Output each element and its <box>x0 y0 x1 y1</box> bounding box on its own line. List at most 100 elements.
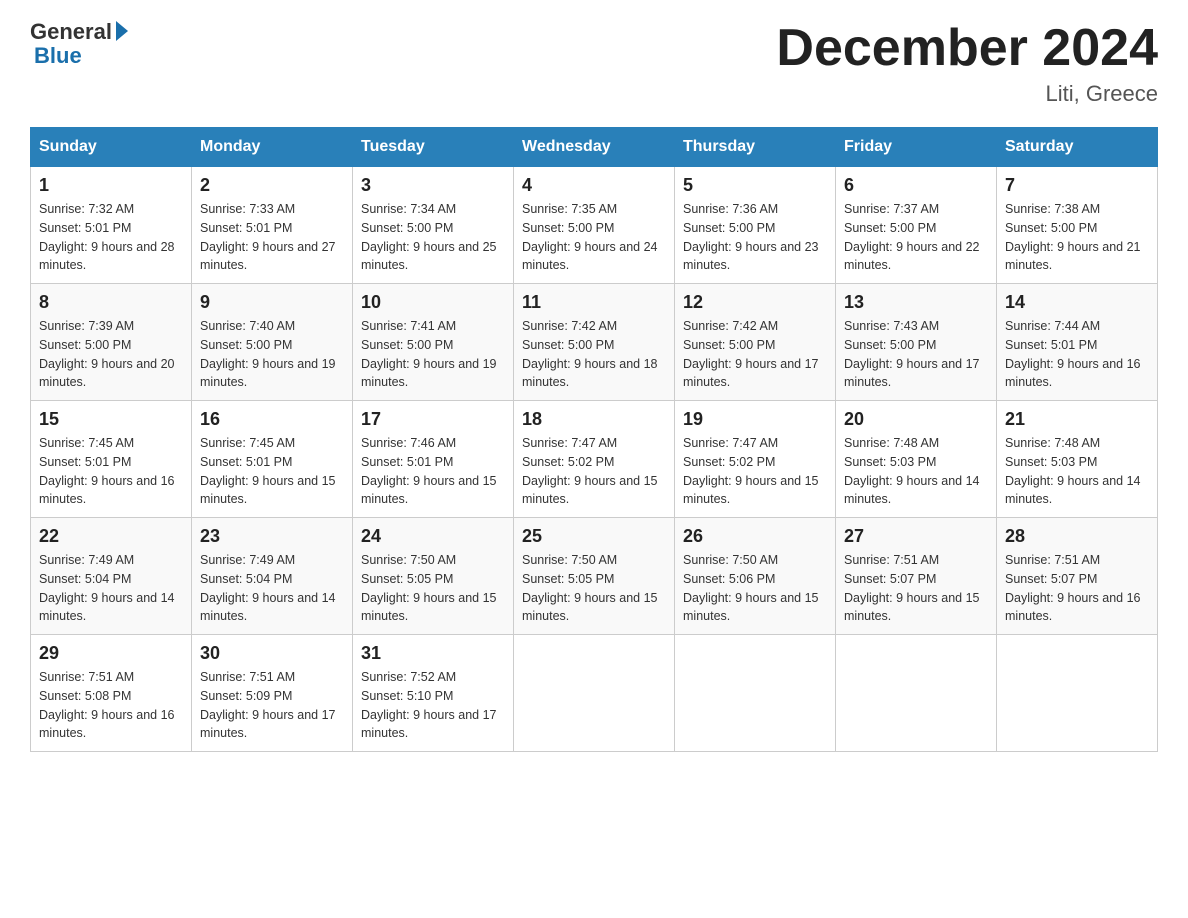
day-info: Sunrise: 7:49 AMSunset: 5:04 PMDaylight:… <box>39 551 183 626</box>
calendar-cell: 31 Sunrise: 7:52 AMSunset: 5:10 PMDayligh… <box>353 635 514 752</box>
day-info: Sunrise: 7:48 AMSunset: 5:03 PMDaylight:… <box>1005 434 1149 509</box>
calendar-cell: 13 Sunrise: 7:43 AMSunset: 5:00 PMDayligh… <box>836 284 997 401</box>
day-info: Sunrise: 7:34 AMSunset: 5:00 PMDaylight:… <box>361 200 505 275</box>
day-info: Sunrise: 7:50 AMSunset: 5:06 PMDaylight:… <box>683 551 827 626</box>
day-number: 23 <box>200 526 344 547</box>
calendar-cell: 28Sunrise: 7:51 AMSunset: 5:07 PMDayligh… <box>997 518 1158 635</box>
calendar-cell: 15 Sunrise: 7:45 AMSunset: 5:01 PMDayligh… <box>31 401 192 518</box>
day-info: Sunrise: 7:50 AMSunset: 5:05 PMDaylight:… <box>522 551 666 626</box>
day-number: 1 <box>39 175 183 196</box>
calendar-table: Sunday Monday Tuesday Wednesday Thursday… <box>30 127 1158 752</box>
calendar-cell: 16 Sunrise: 7:45 AMSunset: 5:01 PMDayligh… <box>192 401 353 518</box>
calendar-cell: 12 Sunrise: 7:42 AMSunset: 5:00 PMDayligh… <box>675 284 836 401</box>
day-number: 20 <box>844 409 988 430</box>
logo-general-text: General <box>30 20 112 44</box>
col-wednesday: Wednesday <box>514 128 675 167</box>
logo: General Blue <box>30 20 128 68</box>
calendar-cell: 29 Sunrise: 7:51 AMSunset: 5:08 PMDayligh… <box>31 635 192 752</box>
day-number: 14 <box>1005 292 1149 313</box>
calendar-cell: 21 Sunrise: 7:48 AMSunset: 5:03 PMDayligh… <box>997 401 1158 518</box>
day-info: Sunrise: 7:45 AMSunset: 5:01 PMDaylight:… <box>200 434 344 509</box>
day-info: Sunrise: 7:52 AMSunset: 5:10 PMDaylight:… <box>361 668 505 743</box>
calendar-cell: 27 Sunrise: 7:51 AMSunset: 5:07 PMDayligh… <box>836 518 997 635</box>
calendar-header-row: Sunday Monday Tuesday Wednesday Thursday… <box>31 128 1158 167</box>
calendar-cell: 25 Sunrise: 7:50 AMSunset: 5:05 PMDayligh… <box>514 518 675 635</box>
day-info: Sunrise: 7:48 AMSunset: 5:03 PMDaylight:… <box>844 434 988 509</box>
day-number: 6 <box>844 175 988 196</box>
calendar-cell: 1 Sunrise: 7:32 AMSunset: 5:01 PMDaylight… <box>31 167 192 284</box>
calendar-cell: 22Sunrise: 7:49 AMSunset: 5:04 PMDayligh… <box>31 518 192 635</box>
page-header: General Blue December 2024 Liti, Greece <box>30 20 1158 107</box>
day-number: 25 <box>522 526 666 547</box>
day-info: Sunrise: 7:47 AMSunset: 5:02 PMDaylight:… <box>522 434 666 509</box>
day-number: 13 <box>844 292 988 313</box>
calendar-week-row: 1 Sunrise: 7:32 AMSunset: 5:01 PMDaylight… <box>31 167 1158 284</box>
day-info: Sunrise: 7:38 AMSunset: 5:00 PMDaylight:… <box>1005 200 1149 275</box>
calendar-cell: 2Sunrise: 7:33 AMSunset: 5:01 PMDaylight… <box>192 167 353 284</box>
calendar-cell: 14Sunrise: 7:44 AMSunset: 5:01 PMDayligh… <box>997 284 1158 401</box>
day-number: 7 <box>1005 175 1149 196</box>
col-friday: Friday <box>836 128 997 167</box>
day-number: 28 <box>1005 526 1149 547</box>
calendar-cell: 23 Sunrise: 7:49 AMSunset: 5:04 PMDayligh… <box>192 518 353 635</box>
col-sunday: Sunday <box>31 128 192 167</box>
day-number: 30 <box>200 643 344 664</box>
calendar-cell: 6Sunrise: 7:37 AMSunset: 5:00 PMDaylight… <box>836 167 997 284</box>
calendar-week-row: 8 Sunrise: 7:39 AMSunset: 5:00 PMDaylight… <box>31 284 1158 401</box>
day-number: 10 <box>361 292 505 313</box>
day-info: Sunrise: 7:51 AMSunset: 5:08 PMDaylight:… <box>39 668 183 743</box>
day-info: Sunrise: 7:43 AMSunset: 5:00 PMDaylight:… <box>844 317 988 392</box>
day-info: Sunrise: 7:40 AMSunset: 5:00 PMDaylight:… <box>200 317 344 392</box>
calendar-cell: 4Sunrise: 7:35 AMSunset: 5:00 PMDaylight… <box>514 167 675 284</box>
calendar-cell <box>514 635 675 752</box>
day-info: Sunrise: 7:32 AMSunset: 5:01 PMDaylight:… <box>39 200 183 275</box>
day-info: Sunrise: 7:46 AMSunset: 5:01 PMDaylight:… <box>361 434 505 509</box>
day-number: 17 <box>361 409 505 430</box>
location-text: Liti, Greece <box>776 81 1158 107</box>
day-number: 26 <box>683 526 827 547</box>
day-info: Sunrise: 7:51 AMSunset: 5:09 PMDaylight:… <box>200 668 344 743</box>
calendar-cell: 20 Sunrise: 7:48 AMSunset: 5:03 PMDayligh… <box>836 401 997 518</box>
day-number: 21 <box>1005 409 1149 430</box>
day-number: 18 <box>522 409 666 430</box>
calendar-cell: 17 Sunrise: 7:46 AMSunset: 5:01 PMDayligh… <box>353 401 514 518</box>
day-number: 12 <box>683 292 827 313</box>
day-info: Sunrise: 7:51 AMSunset: 5:07 PMDaylight:… <box>844 551 988 626</box>
day-number: 19 <box>683 409 827 430</box>
day-number: 15 <box>39 409 183 430</box>
col-monday: Monday <box>192 128 353 167</box>
day-number: 31 <box>361 643 505 664</box>
day-info: Sunrise: 7:39 AMSunset: 5:00 PMDaylight:… <box>39 317 183 392</box>
day-number: 3 <box>361 175 505 196</box>
calendar-week-row: 29 Sunrise: 7:51 AMSunset: 5:08 PMDayligh… <box>31 635 1158 752</box>
day-number: 9 <box>200 292 344 313</box>
calendar-week-row: 15 Sunrise: 7:45 AMSunset: 5:01 PMDayligh… <box>31 401 1158 518</box>
calendar-cell: 10Sunrise: 7:41 AMSunset: 5:00 PMDayligh… <box>353 284 514 401</box>
day-number: 4 <box>522 175 666 196</box>
day-info: Sunrise: 7:49 AMSunset: 5:04 PMDaylight:… <box>200 551 344 626</box>
day-number: 5 <box>683 175 827 196</box>
calendar-cell: 11 Sunrise: 7:42 AMSunset: 5:00 PMDayligh… <box>514 284 675 401</box>
calendar-cell <box>836 635 997 752</box>
day-info: Sunrise: 7:33 AMSunset: 5:01 PMDaylight:… <box>200 200 344 275</box>
day-info: Sunrise: 7:42 AMSunset: 5:00 PMDaylight:… <box>683 317 827 392</box>
day-info: Sunrise: 7:50 AMSunset: 5:05 PMDaylight:… <box>361 551 505 626</box>
day-info: Sunrise: 7:47 AMSunset: 5:02 PMDaylight:… <box>683 434 827 509</box>
day-info: Sunrise: 7:42 AMSunset: 5:00 PMDaylight:… <box>522 317 666 392</box>
logo-blue-text: Blue <box>34 43 82 68</box>
col-saturday: Saturday <box>997 128 1158 167</box>
calendar-week-row: 22Sunrise: 7:49 AMSunset: 5:04 PMDayligh… <box>31 518 1158 635</box>
calendar-cell: 24Sunrise: 7:50 AMSunset: 5:05 PMDayligh… <box>353 518 514 635</box>
calendar-cell: 5Sunrise: 7:36 AMSunset: 5:00 PMDaylight… <box>675 167 836 284</box>
day-number: 11 <box>522 292 666 313</box>
calendar-cell: 9 Sunrise: 7:40 AMSunset: 5:00 PMDaylight… <box>192 284 353 401</box>
day-number: 8 <box>39 292 183 313</box>
calendar-cell: 18 Sunrise: 7:47 AMSunset: 5:02 PMDayligh… <box>514 401 675 518</box>
day-number: 16 <box>200 409 344 430</box>
logo-arrow-icon <box>116 21 128 41</box>
day-number: 27 <box>844 526 988 547</box>
day-info: Sunrise: 7:45 AMSunset: 5:01 PMDaylight:… <box>39 434 183 509</box>
col-thursday: Thursday <box>675 128 836 167</box>
day-number: 29 <box>39 643 183 664</box>
month-title: December 2024 <box>776 20 1158 77</box>
